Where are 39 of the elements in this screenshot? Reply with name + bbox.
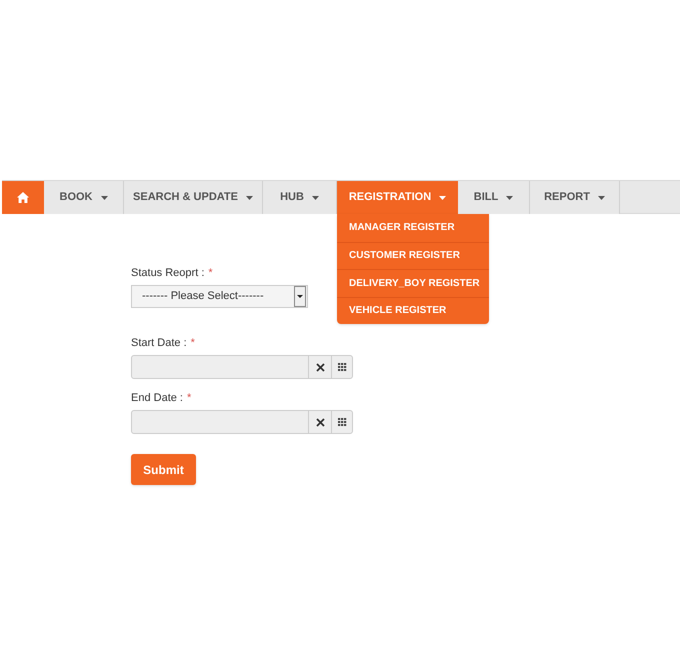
calendar-button[interactable]	[331, 410, 353, 434]
grid-icon	[338, 363, 346, 371]
status-select[interactable]: ------- Please Select-------	[131, 285, 308, 308]
field-label: End Date :	[131, 390, 183, 406]
dropdown-item[interactable]: DELIVERY_BOY REGISTER	[337, 269, 489, 296]
field-label: Start Date :	[131, 336, 187, 351]
caret-icon	[297, 295, 303, 298]
home-button[interactable]	[2, 181, 44, 214]
submit-button[interactable]: Submit	[131, 454, 196, 485]
caret-icon	[100, 196, 108, 200]
required-mark: *	[190, 336, 195, 351]
dropdown-item[interactable]: VEHICLE REGISTER	[337, 296, 489, 324]
calendar-button[interactable]	[331, 355, 353, 379]
close-icon	[316, 418, 324, 426]
required-mark: *	[186, 390, 192, 406]
required-mark: *	[208, 266, 213, 281]
clear-button[interactable]	[309, 355, 331, 379]
dropdown-item[interactable]: MANAGER REGISTER	[337, 214, 489, 242]
select-value: ------- Please Select-------	[141, 289, 265, 304]
grid-icon	[338, 418, 346, 426]
caret-icon	[506, 196, 514, 200]
nav-menu-item[interactable]: HUB	[263, 181, 337, 214]
caret-icon	[246, 196, 253, 200]
date-input[interactable]	[131, 410, 309, 434]
nav-menu-item[interactable]: SEARCH & UPDATE	[124, 181, 263, 214]
close-icon	[316, 362, 324, 372]
select-arrow-button[interactable]	[294, 286, 306, 307]
nav-menu-item[interactable]: REGISTRATION	[337, 181, 458, 214]
nav-menu-item[interactable]: BOOK	[44, 181, 124, 214]
caret-icon	[312, 196, 319, 200]
nav-menu-item[interactable]: REPORT	[530, 181, 620, 214]
field-label: Status Reoprt :	[131, 266, 204, 281]
caret-icon	[439, 196, 446, 200]
home-icon	[17, 192, 29, 203]
clear-button[interactable]	[309, 410, 331, 434]
dropdown-item[interactable]: CUSTOMER REGISTER	[337, 242, 489, 269]
nav-menu-item[interactable]: BILL	[458, 181, 530, 214]
date-input[interactable]	[131, 355, 309, 379]
caret-icon	[598, 196, 605, 200]
